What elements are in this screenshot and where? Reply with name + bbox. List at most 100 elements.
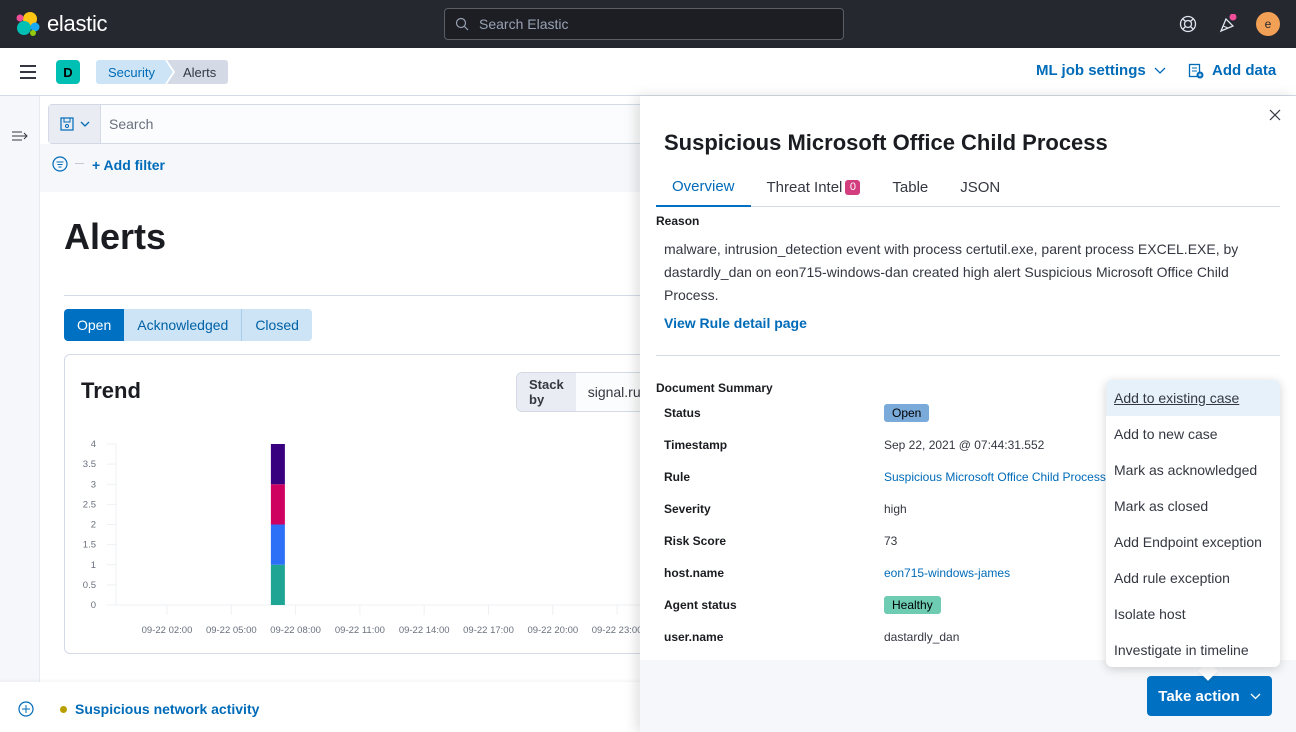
trend-chart: 0 0.5 1 1.5 2 2.5 3 3.5 4 09-22 02:00 09-22 05:00 0… [83, 439, 640, 636]
summary-value: Sep 22, 2021 @ 07:44:31.552 [884, 438, 1045, 452]
view-rule-detail-link[interactable]: View Rule detail page [664, 315, 807, 331]
summary-link[interactable]: Suspicious Microsoft Office Child Proces… [884, 470, 1108, 484]
summary-key: Status [664, 406, 701, 420]
y-tick-label: 1.5 [83, 540, 96, 551]
tab-json-label: JSON [960, 178, 1001, 196]
bar-segment-1[interactable] [270, 564, 285, 605]
chevron-down-icon [1154, 67, 1166, 74]
help-icon[interactable] [1178, 14, 1198, 34]
elastic-logo[interactable]: elastic [15, 11, 108, 37]
summary-key: host.name [664, 566, 725, 580]
x-tick-label: 09-22 11:00 [335, 625, 385, 636]
threat-intel-count-badge: 0 [845, 179, 861, 195]
summary-row: user.name dastardly_dan [664, 628, 1114, 648]
space-avatar[interactable]: D [56, 60, 80, 84]
summary-row: Risk Score 73 [664, 532, 1114, 552]
bar-segment-2[interactable] [270, 524, 285, 565]
stack-by-select[interactable]: Stack by signal.rule.name [516, 372, 656, 412]
status-badge: Open [884, 404, 930, 422]
chevron-down-icon [80, 121, 89, 127]
menu-item-isolate-host[interactable]: Isolate host [1106, 596, 1280, 632]
tab-table-label: Table [892, 178, 929, 196]
timeline-status-dot [60, 706, 67, 713]
filter-options-icon[interactable] [52, 156, 68, 172]
tab-threat-intel-label: Threat Intel [766, 178, 843, 196]
global-header: elastic e [0, 0, 1296, 48]
close-icon[interactable] [1268, 108, 1282, 122]
global-search-input[interactable] [479, 16, 819, 32]
menu-item-mark-as-closed[interactable]: Mark as closed [1106, 488, 1280, 524]
add-data-icon [1188, 63, 1204, 78]
tab-overview[interactable]: Overview [656, 168, 751, 207]
x-tick-label: 09-22 05:00 [206, 625, 257, 636]
bar-segment-3[interactable] [270, 484, 285, 525]
status-filter-closed[interactable]: Closed [242, 309, 312, 341]
status-filter-acknowledged[interactable]: Acknowledged [124, 309, 243, 341]
add-filter-button[interactable]: + Add filter [92, 157, 165, 173]
page-title: Alerts [64, 216, 167, 257]
query-bar [48, 104, 668, 144]
take-action-menu: Add to existing case Add to new case Mark … [1106, 380, 1280, 667]
x-tick-label: 09-22 23:00 [592, 625, 640, 636]
summary-key: Timestamp [664, 438, 728, 452]
filter-divider [75, 163, 84, 164]
saved-query-button[interactable] [49, 105, 101, 143]
user-avatar[interactable]: e [1256, 12, 1280, 36]
elastic-logo-icon [16, 12, 40, 36]
tab-threat-intel[interactable]: Threat Intel 0 [751, 168, 877, 206]
menu-item-add-endpoint-exception[interactable]: Add Endpoint exception [1106, 524, 1280, 560]
query-search-input[interactable] [109, 116, 509, 132]
status-filter-group: Open Acknowledged Closed [64, 309, 312, 341]
breadcrumb-alerts: Alerts [167, 60, 229, 84]
take-action-button[interactable]: Take action [1147, 676, 1272, 716]
flyout-tabs: Overview Threat Intel 0 Table JSON [656, 168, 1280, 207]
add-data-button[interactable]: Add data [1188, 62, 1276, 79]
ml-job-settings-label: ML job settings [1036, 62, 1146, 79]
reason-label: Reason [656, 214, 700, 228]
y-tick-label: 2 [91, 520, 96, 531]
ml-job-settings-button[interactable]: ML job settings [1036, 62, 1166, 79]
x-tick-label: 09-22 14:00 [399, 625, 450, 636]
summary-value: dastardly_dan [884, 630, 960, 644]
stack-by-label: Stack by [517, 373, 576, 411]
x-tick-label: 09-22 20:00 [527, 625, 578, 636]
document-summary-label: Document Summary [656, 381, 773, 395]
summary-value: 73 [884, 534, 898, 548]
summary-value: Healthy [884, 596, 941, 614]
summary-row: host.name eon715-windows-james [664, 564, 1114, 584]
tab-table[interactable]: Table [876, 168, 944, 206]
y-tick-label: 4 [91, 439, 96, 450]
tab-json[interactable]: JSON [944, 168, 1016, 206]
expand-nav-icon[interactable] [12, 130, 28, 142]
summary-link[interactable]: eon715-windows-james [884, 566, 1108, 580]
summary-value: Open [884, 404, 930, 422]
summary-key: Risk Score [664, 534, 727, 548]
menu-item-investigate-in-timeline[interactable]: Investigate in timeline [1106, 632, 1280, 668]
summary-key: user.name [664, 630, 724, 644]
divider [656, 355, 1280, 356]
summary-row: Timestamp Sep 22, 2021 @ 07:44:31.552 [664, 436, 1114, 456]
global-search[interactable] [444, 8, 844, 40]
y-tick-label: 0 [91, 600, 96, 611]
agent-status-badge: Healthy [884, 596, 941, 614]
menu-item-add-rule-exception[interactable]: Add rule exception [1106, 560, 1280, 596]
menu-item-add-to-new-case[interactable]: Add to new case [1106, 416, 1280, 452]
timeline-title-link[interactable]: Suspicious network activity [75, 701, 259, 717]
status-filter-open[interactable]: Open [64, 309, 125, 341]
x-tick-label: 09-22 08:00 [270, 625, 321, 636]
y-tick-label: 2.5 [83, 499, 96, 510]
chevron-down-icon [1250, 693, 1261, 699]
add-timeline-icon[interactable] [18, 701, 34, 717]
breadcrumb-security[interactable]: Security [96, 60, 173, 84]
summary-key: Severity [664, 502, 711, 516]
summary-key: Rule [664, 470, 691, 484]
menu-icon[interactable] [20, 65, 36, 79]
menu-item-add-to-existing-case[interactable]: Add to existing case [1106, 380, 1280, 416]
news-feed-icon[interactable] [1218, 14, 1238, 34]
summary-value: high [884, 502, 907, 516]
search-icon [455, 17, 469, 31]
y-tick-label: 3.5 [83, 459, 96, 470]
summary-row: Severity high [664, 500, 1114, 520]
bar-segment-4[interactable] [270, 444, 285, 485]
menu-item-mark-as-acknowledged[interactable]: Mark as acknowledged [1106, 452, 1280, 488]
